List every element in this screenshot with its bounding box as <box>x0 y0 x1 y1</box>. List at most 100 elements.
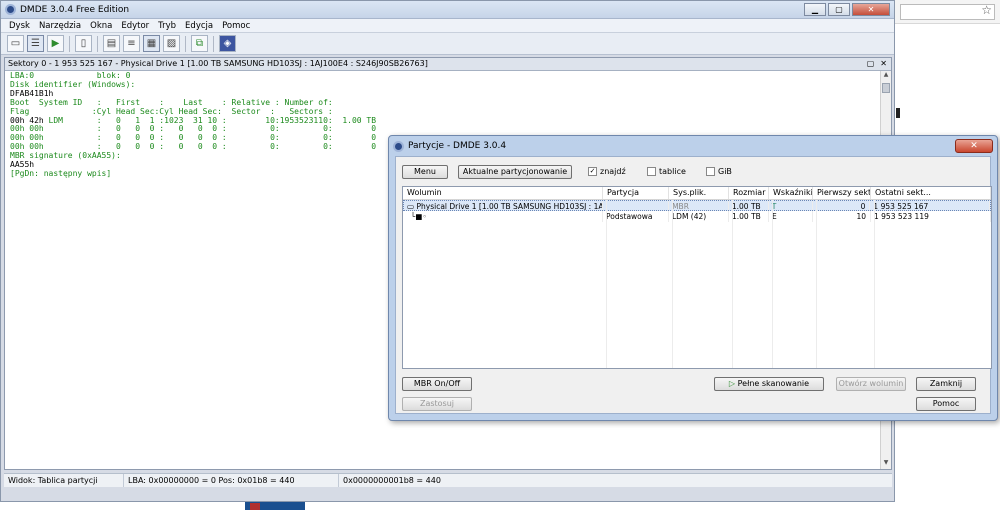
tables-checkbox-box[interactable] <box>647 167 656 176</box>
hex-line: Disk identifier (Windows): <box>10 79 136 89</box>
table-cell-last-sector: 1 953 523 119 <box>871 211 991 222</box>
dialog-body: Menu Aktualne partycjonowanie ✓ znajdź t… <box>395 156 992 414</box>
dmde-app-icon <box>5 4 16 15</box>
main-titlebar: DMDE 3.0.4 Free Edition ▁ ▢ ✕ <box>1 1 894 19</box>
open-volume-button[interactable]: Otwórz wolumin <box>836 377 906 391</box>
table-cell-volume: └■◦ <box>403 211 603 222</box>
background-window-edge <box>896 108 900 118</box>
table-cell-flags: T <box>769 201 813 210</box>
tree-branch-icon: └■◦ <box>406 212 427 221</box>
partitions-dialog: Partycje - DMDE 3.0.4 ✕ Menu Aktualne pa… <box>388 135 998 421</box>
tables-checkbox[interactable]: tablice <box>647 167 686 176</box>
dialog-close-button[interactable]: ✕ <box>955 139 993 153</box>
maximize-button[interactable]: ▢ <box>828 3 850 16</box>
menu-button[interactable]: Menu <box>402 165 448 179</box>
column-first-sector[interactable]: Pierwszy sektor <box>813 187 871 199</box>
partitions-icon[interactable]: ☰ <box>27 35 44 52</box>
full-scan-label: Pełne skanowanie <box>737 379 810 388</box>
image-icon[interactable]: ▨ <box>163 35 180 52</box>
toolbar-separator <box>185 35 186 52</box>
dialog-app-icon <box>393 140 404 152</box>
mbr-toggle-button[interactable]: MBR On/Off <box>402 377 472 391</box>
panel-close-icon[interactable]: ✕ <box>880 58 887 70</box>
column-partition[interactable]: Partycja <box>603 187 669 199</box>
column-divider <box>874 200 875 368</box>
table-cell-volume: ▭ Physical Drive 1 [1.00 TB SAMSUNG HD10… <box>404 201 604 210</box>
column-divider <box>772 200 773 368</box>
scroll-up-icon[interactable]: ▲ <box>881 71 891 81</box>
menu-pomoc[interactable]: Pomoc <box>222 21 250 31</box>
drive-icon[interactable]: ▭ <box>7 35 24 52</box>
table-row-drive[interactable]: ▭ Physical Drive 1 [1.00 TB SAMSUNG HD10… <box>403 200 991 211</box>
status-offset: 0x0000000001b8 = 440 <box>343 476 441 485</box>
play-icon: ▷ <box>728 379 738 388</box>
table-cell-last-sector: 1 953 525 167 <box>870 201 990 210</box>
help-button[interactable]: Pomoc <box>916 397 976 411</box>
toolbar-separator <box>213 35 214 52</box>
column-divider <box>606 200 607 368</box>
column-divider <box>672 200 673 368</box>
status-bar: Widok: Tablica partycji LBA: 0x00000000 … <box>4 473 892 487</box>
gib-checkbox-box[interactable] <box>706 167 715 176</box>
drive-name: Physical Drive 1 [1.00 TB SAMSUNG HD103S… <box>416 202 604 210</box>
partitions-table[interactable]: Wolumin Partycja Sys.plik. Rozmiar Wskaź… <box>402 186 992 369</box>
status-view: Widok: Tablica partycji <box>4 474 124 487</box>
table-cell-filesystem: MBR <box>669 201 729 210</box>
apply-button[interactable]: Zastosuj <box>402 397 472 411</box>
full-scan-button[interactable]: ▷ Pełne skanowanie <box>714 377 824 391</box>
sector-header-text: Sektory 0 - 1 953 525 167 - Physical Dri… <box>8 59 428 68</box>
table-cell-flags: E <box>769 211 813 222</box>
gib-checkbox-label: GiB <box>718 167 732 176</box>
column-divider <box>732 200 733 368</box>
main-window-title: DMDE 3.0.4 Free Edition <box>20 4 130 15</box>
main-menubar: Dysk Narzędzia Okna Edytor Tryb Edycja P… <box>1 19 894 33</box>
table-cell-first-sector: 10 <box>813 211 871 222</box>
minimize-button[interactable]: ▁ <box>804 3 826 16</box>
column-divider <box>816 200 817 368</box>
find-checkbox-box[interactable]: ✓ <box>588 167 597 176</box>
play-icon[interactable]: ▶ <box>47 35 64 52</box>
document-icon[interactable]: ▯ <box>75 35 92 52</box>
list-icon[interactable]: ≡ <box>123 35 140 52</box>
current-partitioning-button[interactable]: Aktualne partycjonowanie <box>458 165 572 179</box>
scroll-down-icon[interactable]: ▼ <box>881 459 891 469</box>
menu-narzedzia[interactable]: Narzędzia <box>39 21 81 31</box>
column-last-sector[interactable]: Ostatni sekt... <box>871 187 991 199</box>
scroll-thumb[interactable] <box>882 83 890 93</box>
file-icon[interactable]: ▤ <box>103 35 120 52</box>
table-view-icon[interactable]: ▦ <box>143 35 160 52</box>
find-checkbox[interactable]: ✓ znajdź <box>588 167 626 176</box>
table-cell-size: 1.00 TB <box>729 211 769 222</box>
menu-edycja[interactable]: Edycja <box>185 21 213 31</box>
toolbar-separator <box>69 35 70 52</box>
gib-checkbox[interactable]: GiB <box>706 167 732 176</box>
bookmark-star-icon[interactable]: ☆ <box>981 3 992 17</box>
status-lba: LBA: 0x00000000 = 0 Pos: 0x01b8 = 440 <box>124 474 339 487</box>
table-cell-first-sector: 0 <box>813 201 871 210</box>
taskbar-fragment-red <box>250 503 260 510</box>
menu-edytor[interactable]: Edytor <box>121 21 149 31</box>
copy-icon[interactable]: ⧉ <box>191 35 208 52</box>
dmde-logo-icon[interactable]: ◈ <box>219 35 236 52</box>
table-header: Wolumin Partycja Sys.plik. Rozmiar Wskaź… <box>403 187 991 200</box>
dialog-titlebar: Partycje - DMDE 3.0.4 ✕ <box>389 136 997 156</box>
menu-tryb[interactable]: Tryb <box>158 21 176 31</box>
column-filesystem[interactable]: Sys.plik. <box>669 187 729 199</box>
menu-okna[interactable]: Okna <box>90 21 112 31</box>
table-cell-filesystem: LDM (42) <box>669 211 729 222</box>
menu-dysk[interactable]: Dysk <box>9 21 30 31</box>
table-cell-size: 1.00 TB <box>729 201 769 210</box>
toolbar-separator <box>97 35 98 52</box>
hex-line: LBA:0 blok: 0 <box>10 71 131 80</box>
main-toolbar: ▭ ☰ ▶ ▯ ▤ ≡ ▦ ▨ ⧉ ◈ <box>1 33 894 55</box>
panel-restore-icon[interactable]: ▢ <box>867 58 875 70</box>
table-cell-partition: Podstawowa <box>603 211 669 222</box>
close-dialog-button[interactable]: Zamknij <box>916 377 976 391</box>
column-size[interactable]: Rozmiar <box>729 187 769 199</box>
table-cell-partition <box>603 201 670 210</box>
dialog-title: Partycje - DMDE 3.0.4 <box>408 141 507 151</box>
close-button[interactable]: ✕ <box>852 3 890 16</box>
column-flags[interactable]: Wskaźniki <box>769 187 813 199</box>
table-row-partition[interactable]: └■◦ Podstawowa LDM (42) 1.00 TB E 10 1 9… <box>403 211 991 222</box>
column-volume[interactable]: Wolumin <box>403 187 603 199</box>
